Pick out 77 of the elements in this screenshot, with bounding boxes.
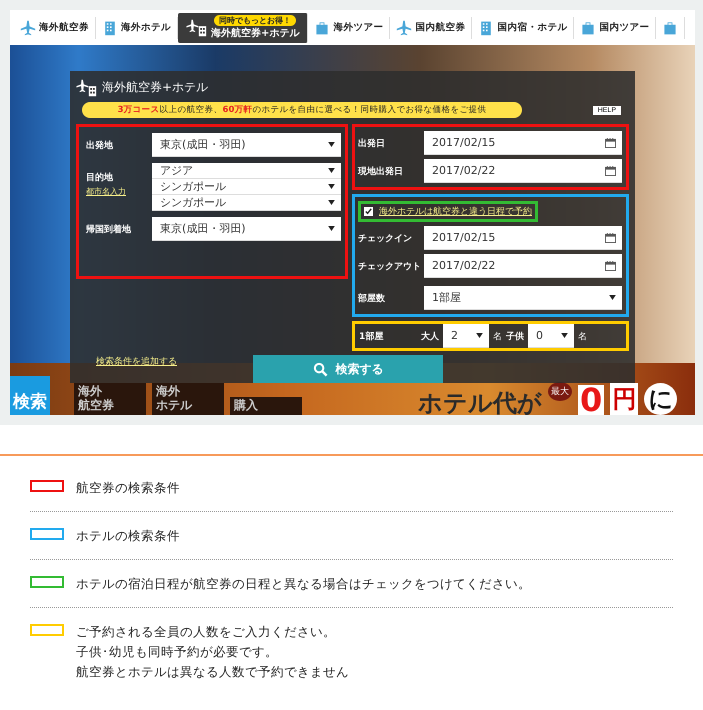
caret-icon: [609, 295, 616, 300]
field-label: 大人: [421, 330, 439, 342]
field-label: 出発地: [86, 139, 114, 152]
suitcase-icon: [580, 20, 596, 36]
promo-badge: 同時でもっとお得！: [214, 15, 296, 26]
banner-text: 海外: [78, 385, 103, 398]
date-field[interactable]: 2017/02/22: [424, 159, 622, 183]
field-label: 子供: [506, 330, 524, 342]
caret-icon: [328, 200, 335, 205]
field-label: チェックイン: [358, 232, 413, 244]
date-field[interactable]: 2017/02/22: [424, 254, 622, 278]
city-input-link[interactable]: 都市名入力: [86, 186, 152, 197]
banner-text: ホテル: [156, 399, 194, 413]
legend-text: 子供･幼児も同時予約が必要です。: [76, 643, 279, 661]
date-field[interactable]: 2017/02/15: [424, 131, 622, 155]
unit-label: 名: [578, 330, 587, 342]
airplane-icon: [396, 20, 412, 36]
add-conditions-link[interactable]: 検索条件を追加する: [96, 355, 177, 368]
children-select[interactable]: 0: [528, 324, 574, 348]
unit-label: 名: [493, 330, 502, 342]
nav-tab[interactable]: 国内航空券: [390, 16, 472, 38]
caret-icon: [328, 168, 335, 173]
calendar-icon: [605, 166, 616, 176]
nav-tab[interactable]: 同時でもっとお得！ 海外航空券+ホテル: [178, 12, 308, 42]
banner-yen: 円: [610, 383, 638, 415]
caret-icon: [328, 184, 335, 189]
rooms-select[interactable]: 1部屋: [424, 286, 622, 310]
banner-text: 購入: [234, 399, 259, 413]
legend-text: ホテルの宿泊日程が航空券の日程と異なる場合はチェックをつけてください。: [76, 575, 531, 593]
field-label: チェックアウト: [358, 260, 422, 272]
suitcase-icon: [314, 20, 330, 36]
checkbox[interactable]: [364, 207, 373, 216]
caret-icon: [561, 333, 568, 338]
banner-text: 海外: [156, 385, 181, 400]
banner-headline: ホテル代が: [418, 391, 542, 415]
banner-amount: 0: [578, 384, 604, 415]
room-label: 1部屋: [359, 330, 384, 342]
banner-text: に: [644, 383, 678, 415]
suitcase-icon: [662, 20, 678, 36]
return-select[interactable]: 東京(成田・羽田): [152, 217, 341, 241]
panel-title: 海外航空券+ホテル: [102, 79, 208, 96]
destination-select[interactable]: アジア: [152, 163, 341, 179]
banner-badge: 最大: [548, 382, 572, 401]
field-label: 出発日: [358, 137, 386, 150]
nav-tab[interactable]: 海外航空券: [14, 16, 96, 38]
airplane-building-icon: [76, 78, 98, 98]
legend-text: ご予約される全員の人数をご入力ください。: [76, 623, 337, 641]
caret-icon: [328, 142, 335, 147]
field-label: 目的地: [86, 171, 114, 184]
legend-text: 航空券とホテルは異なる人数で予約できません: [76, 663, 349, 681]
calendar-icon: [605, 138, 616, 148]
field-label: 帰国到着地: [86, 223, 132, 236]
airplane-icon: [20, 20, 36, 36]
banner-text: 航空券: [78, 399, 115, 413]
date-field[interactable]: 2017/02/15: [424, 226, 622, 250]
search-icon: [312, 362, 328, 376]
departure-select[interactable]: 東京(成田・羽田): [152, 133, 341, 157]
caret-icon: [476, 333, 483, 338]
legend-text: 航空券の検索条件: [76, 479, 180, 497]
legend-text: ホテルの検索条件: [76, 527, 180, 545]
field-label: 部屋数: [358, 292, 386, 304]
nav-tab[interactable]: 国内ツアー: [574, 16, 656, 38]
destination-select[interactable]: シンガポール: [152, 195, 341, 211]
building-icon: [102, 20, 118, 36]
calendar-icon: [605, 232, 616, 242]
check-icon: [364, 207, 373, 216]
nav-tab[interactable]: 海外ツアー: [308, 16, 390, 38]
destination-select[interactable]: シンガポール: [152, 179, 341, 195]
promo-notice: 3万コース以上の航空券、60万軒のホテルを自由に選べる！同時購入でお得な価格をご提供: [82, 102, 522, 118]
airplane-building-icon: [186, 18, 208, 38]
nav-tab[interactable]: 国内宿・ホテル: [472, 16, 574, 38]
field-label: 現地出発日: [358, 165, 404, 178]
caret-icon: [328, 226, 335, 231]
banner-tag: 検索: [10, 376, 50, 415]
calendar-icon: [605, 260, 616, 270]
adults-select[interactable]: 2: [443, 324, 489, 348]
different-dates-link[interactable]: 海外ホテルは航空券と違う日程で予約: [379, 205, 532, 218]
